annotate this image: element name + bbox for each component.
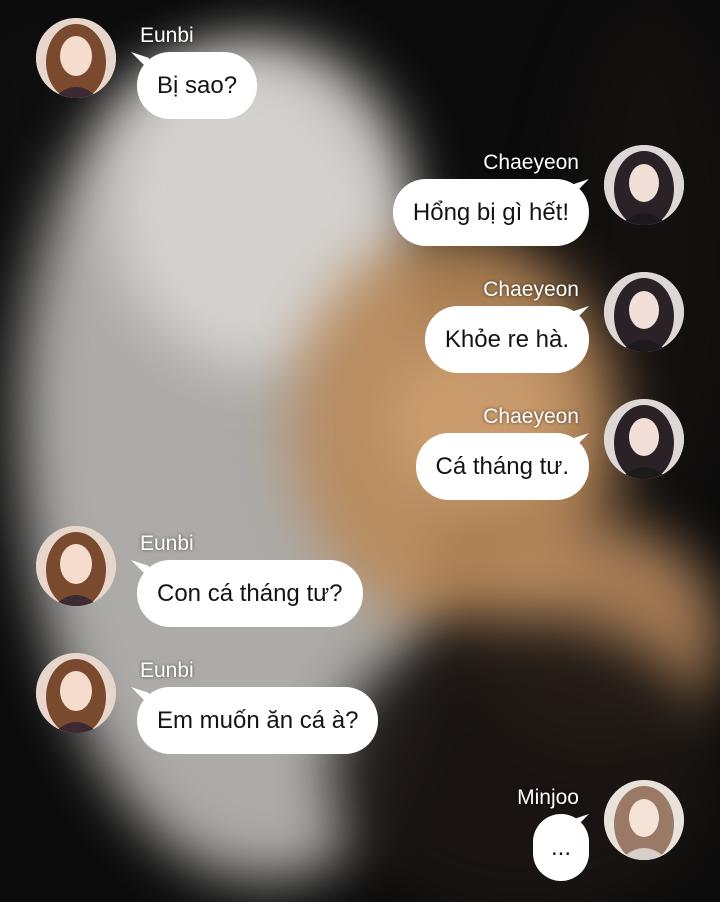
chat-message: Chaeyeon Cá tháng tư. xyxy=(0,399,720,509)
sender-name: Minjoo xyxy=(517,786,579,809)
avatar-eunbi[interactable] xyxy=(36,18,116,98)
avatar-minjoo[interactable] xyxy=(604,780,684,860)
chat-message: Eunbi Em muốn ăn cá à? xyxy=(0,653,720,763)
message-bubble[interactable]: ... xyxy=(532,814,589,881)
sender-name: Eunbi xyxy=(140,659,194,682)
sender-name: Chaeyeon xyxy=(483,405,579,428)
sender-name: Chaeyeon xyxy=(483,278,579,301)
chat-message: Chaeyeon Khỏe re hà. xyxy=(0,272,720,382)
message-bubble[interactable]: Em muốn ăn cá à? xyxy=(137,687,379,754)
message-bubble[interactable]: Cá tháng tư. xyxy=(415,433,589,500)
sender-name: Eunbi xyxy=(140,24,194,47)
chat-message: Chaeyeon Hổng bị gì hết! xyxy=(0,145,720,255)
message-bubble[interactable]: Con cá tháng tư? xyxy=(137,560,363,627)
avatar-chaeyeon[interactable] xyxy=(604,272,684,352)
avatar-eunbi[interactable] xyxy=(36,653,116,733)
message-bubble[interactable]: Hổng bị gì hết! xyxy=(392,179,589,246)
sender-name: Eunbi xyxy=(140,532,194,555)
message-bubble[interactable]: Khỏe re hà. xyxy=(424,306,589,373)
avatar-chaeyeon[interactable] xyxy=(604,145,684,225)
chat-message: Eunbi Bị sao? xyxy=(0,18,720,128)
message-bubble[interactable]: Bị sao? xyxy=(137,52,258,119)
avatar-eunbi[interactable] xyxy=(36,526,116,606)
sender-name: Chaeyeon xyxy=(483,151,579,174)
avatar-chaeyeon[interactable] xyxy=(604,399,684,479)
chat-message: Eunbi Con cá tháng tư? xyxy=(0,526,720,636)
chat-message: Minjoo ... xyxy=(0,780,720,890)
